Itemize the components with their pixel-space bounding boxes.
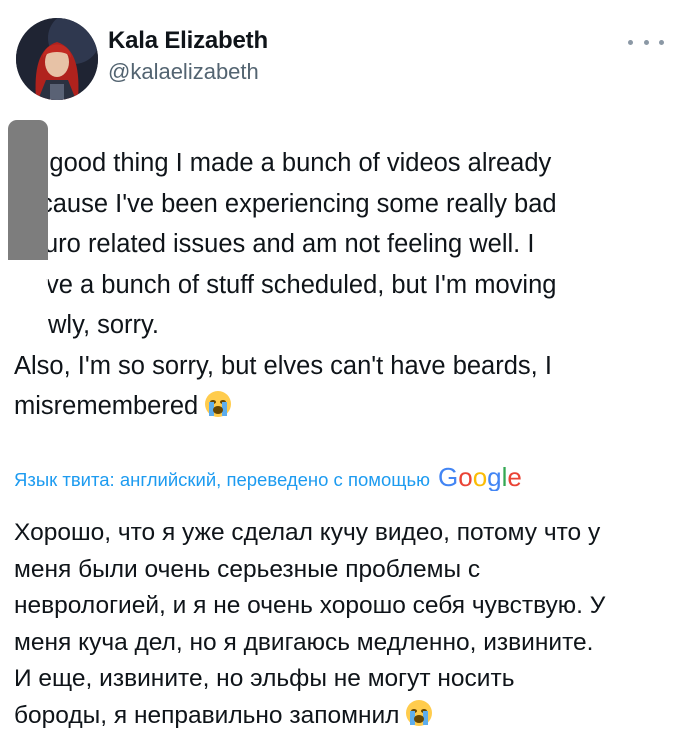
scroll-indicator[interactable] xyxy=(8,120,48,260)
translated-line: И еще, извините, но эльфы не могут носит… xyxy=(14,665,515,692)
more-dot xyxy=(643,39,649,45)
author-block: Kala Elizabeth @kalaelizabeth xyxy=(108,26,268,86)
tweet-line: : a good thing I made a bunch of videos … xyxy=(14,149,552,177)
tweet-line-last: misremembered xyxy=(14,386,664,431)
scroll-indicator-track xyxy=(8,260,48,340)
translated-line: меня куча дел, но я двигаюсь медленно, и… xyxy=(14,628,594,656)
crying-face-emoji-icon xyxy=(204,390,232,431)
translation-meta: Язык твита: английский, переведено с пом… xyxy=(14,462,526,496)
more-options-icon[interactable] xyxy=(628,32,664,52)
translated-text: Хорошо, что я уже сделал кучу видео, пот… xyxy=(14,515,664,738)
more-dot xyxy=(628,39,633,45)
translated-line: Хорошо, что я уже сделал кучу видео, пот… xyxy=(14,519,601,546)
crying-face-emoji-icon xyxy=(405,699,433,739)
translation-language-label[interactable]: Язык твита: английский, переведено с пом… xyxy=(14,469,430,491)
svg-text:Google: Google xyxy=(438,463,522,491)
tweet-text: : a good thing I made a bunch of videos … xyxy=(14,143,664,431)
tweet-line: ve a bunch of stuff scheduled, but I'm m… xyxy=(46,270,557,299)
profile-avatar-icon xyxy=(16,18,98,100)
translated-line-last: бороды, я неправильно запомнил xyxy=(14,698,664,739)
more-dot xyxy=(659,39,664,45)
tweet-line: uro related issues and am not feeling we… xyxy=(44,230,535,258)
author-handle[interactable]: @kalaelizabeth xyxy=(108,58,268,86)
tweet-line: misremembered xyxy=(14,392,199,420)
translated-line: бороды, я неправильно запомнил xyxy=(14,701,400,729)
translated-line: меня были очень серьезные проблемы с xyxy=(14,555,481,583)
tweet-line: wly, sorry. xyxy=(48,311,159,339)
author-display-name[interactable]: Kala Elizabeth xyxy=(108,26,268,56)
avatar[interactable] xyxy=(16,18,98,100)
translated-line: неврологией, и я не очень хорошо себя чу… xyxy=(14,592,606,619)
tweet-line: cause I've been experiencing some really… xyxy=(40,189,557,218)
google-logo-icon: Google xyxy=(438,462,526,496)
tweet-line: Also, I'm so sorry, but elves can't have… xyxy=(14,351,552,380)
